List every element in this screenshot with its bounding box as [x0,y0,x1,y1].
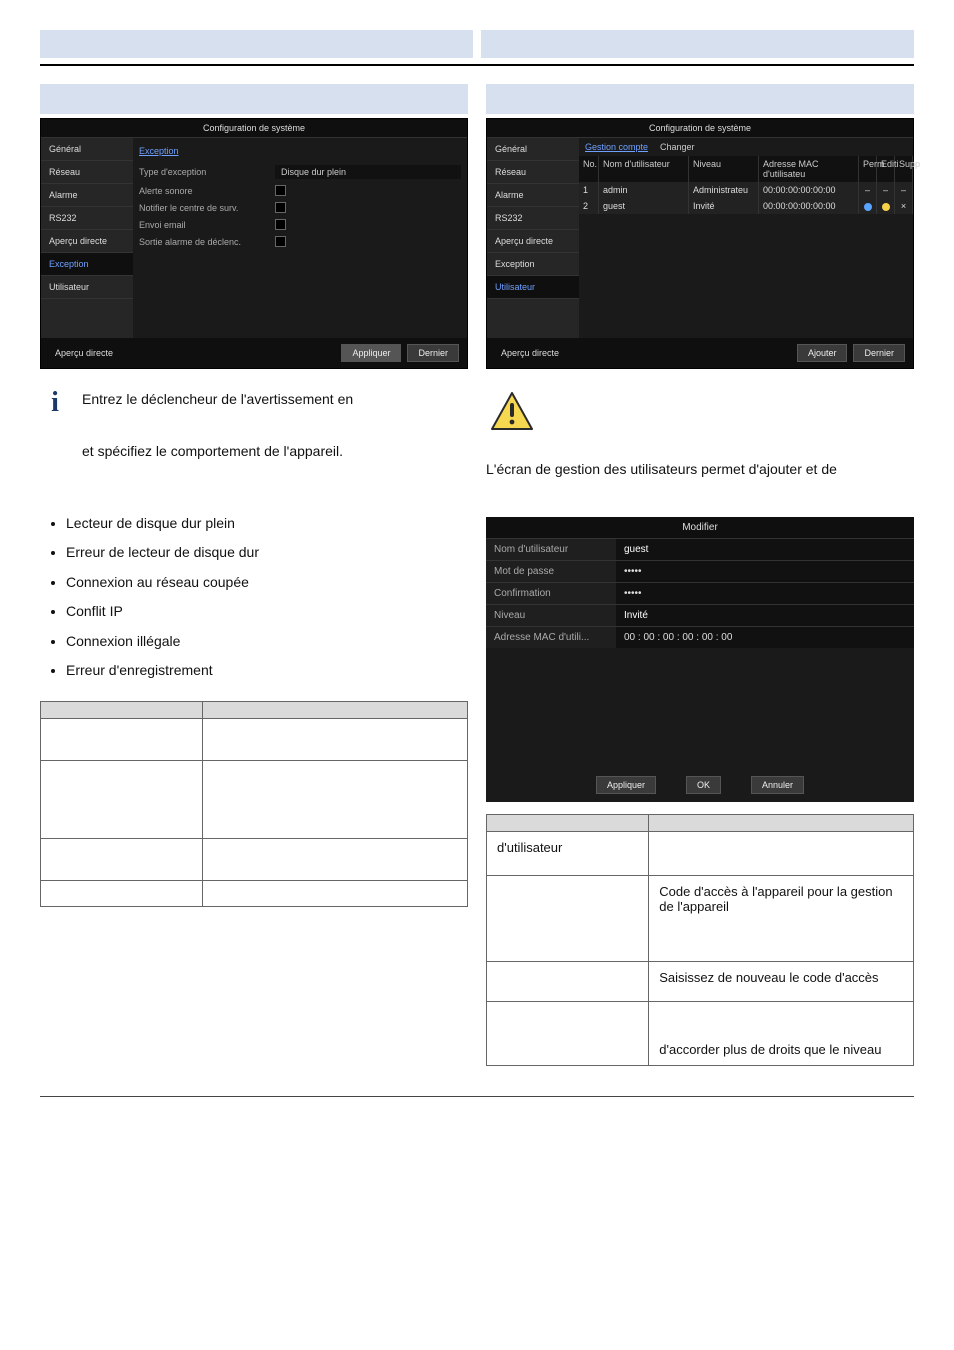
info-icon: i [40,389,70,413]
type-exception-label: Type d'exception [139,167,269,177]
left-definition-table [40,701,468,907]
th [649,815,914,832]
config-panel-exception: Configuration de système Général Réseau … [40,118,468,369]
cell-code-access: Code d'accès à l'appareil pour la gestio… [649,876,914,962]
username-label: Nom d'utilisateur [486,539,616,560]
header-right [481,30,914,58]
info-text-1b: et spécifiez le comportement de l'appare… [82,443,468,459]
mac-label: Adresse MAC d'utili... [486,627,616,648]
warning-icon [490,391,534,431]
bullet-item: Erreur de lecteur de disque dur [66,538,468,567]
sortie-alarme-checkbox[interactable] [275,236,286,247]
dialog-title: Modifier [486,517,914,538]
sidebar-item-reseau[interactable]: Réseau [41,161,133,184]
table-row[interactable]: 2 guest Invité 00:00:00:00:00:00 × [579,198,913,214]
delete-icon: – [895,182,913,198]
mac-input[interactable]: 00 : 00 : 00 : 00 : 00 : 00 [616,627,914,648]
panel-title: Configuration de système [41,119,467,138]
alerte-sonore-checkbox[interactable] [275,185,286,196]
modify-dialog: Modifier Nom d'utilisateur guest Mot de … [486,517,914,802]
username-input[interactable]: guest [616,539,914,560]
sidebar-item-alarme[interactable]: Alarme [41,184,133,207]
dlg-ok-button[interactable]: OK [686,776,721,794]
sidebar-item-rs232[interactable]: RS232 [41,207,133,230]
side-menu: Général Réseau Alarme RS232 Aperçu direc… [41,138,133,338]
table-row[interactable]: 1 admin Administrateu 00:00:00:00:00:00 … [579,182,913,198]
alerte-sonore-label: Alerte sonore [139,186,269,196]
hdr-supp: Supp [895,156,913,182]
right-definition-table: d'utilisateur Code d'accès à l'appareil … [486,814,914,1066]
bullet-item: Connexion illégale [66,627,468,656]
panel-title-2: Configuration de système [487,119,913,138]
hdr-perm: Perm [859,156,877,182]
footer-apercu: Aperçu directe [49,344,119,362]
sidebar-item-exception[interactable]: Exception [487,253,579,276]
perm-icon[interactable] [859,198,877,214]
bullet-item: Connexion au réseau coupée [66,568,468,597]
sidebar-item-utilisateur[interactable]: Utilisateur [41,276,133,299]
hdr-niveau: Niveau [689,156,759,182]
tab-exception[interactable]: Exception [139,146,179,156]
close-button-2[interactable]: Dernier [853,344,905,362]
sidebar-item-reseau[interactable]: Réseau [487,161,579,184]
th [487,815,649,832]
apply-button[interactable]: Appliquer [341,344,401,362]
perm-icon: – [859,182,877,198]
footer-apercu-2: Aperçu directe [495,344,565,362]
sidebar-item-alarme[interactable]: Alarme [487,184,579,207]
sidebar-item-general[interactable]: Général [487,138,579,161]
info-text-1a: Entrez le déclencheur de l'avertissement… [82,389,468,410]
sidebar-item-exception[interactable]: Exception [41,253,133,276]
bullet-item: Erreur d'enregistrement [66,656,468,685]
email-label: Envoi email [139,220,269,230]
sidebar-item-apercu[interactable]: Aperçu directe [487,230,579,253]
sidebar-item-apercu[interactable]: Aperçu directe [41,230,133,253]
hdr-edit: Editi [877,156,895,182]
edit-icon[interactable] [877,198,895,214]
edit-icon: – [877,182,895,198]
config-panel-users: Configuration de système Général Réseau … [486,118,914,369]
section-bar-right [486,84,914,114]
bullet-item: Lecteur de disque dur plein [66,509,468,538]
sidebar-item-rs232[interactable]: RS232 [487,207,579,230]
section-bar-left [40,84,468,114]
dlg-apply-button[interactable]: Appliquer [596,776,656,794]
users-table: No. Nom d'utilisateur Niveau Adresse MAC… [579,156,913,214]
password-input[interactable]: ••••• [616,561,914,582]
sortie-alarme-label: Sortie alarme de déclenc. [139,237,269,247]
cell-confirm-code: Saisissez de nouveau le code d'accès [649,962,914,1002]
niveau-select[interactable]: Invité [616,605,914,626]
cell-rights: d'accorder plus de droits que le niveau [649,1002,914,1066]
user-screen-text: L'écran de gestion des utilisateurs perm… [486,461,914,477]
exception-bullets: Lecteur de disque dur plein Erreur de le… [66,509,468,685]
tab-gestion-compte[interactable]: Gestion compte [585,142,648,152]
close-button[interactable]: Dernier [407,344,459,362]
niveau-label: Niveau [486,605,616,626]
notifier-checkbox[interactable] [275,202,286,213]
password-label: Mot de passe [486,561,616,582]
sidebar-item-general[interactable]: Général [41,138,133,161]
notifier-label: Notifier le centre de surv. [139,203,269,213]
tab-changer[interactable]: Changer [660,142,695,152]
side-menu-2: Général Réseau Alarme RS232 Aperçu direc… [487,138,579,338]
hdr-mac: Adresse MAC d'utilisateu [759,156,859,182]
email-checkbox[interactable] [275,219,286,230]
confirm-label: Confirmation [486,583,616,604]
delete-icon[interactable]: × [895,198,913,214]
hdr-no: No. [579,156,599,182]
type-exception-select[interactable]: Disque dur plein [275,165,461,179]
cell-username: d'utilisateur [487,832,649,876]
dlg-cancel-button[interactable]: Annuler [751,776,804,794]
th [203,702,468,719]
confirm-input[interactable]: ••••• [616,583,914,604]
hdr-name: Nom d'utilisateur [599,156,689,182]
header-left [40,30,473,58]
add-button[interactable]: Ajouter [797,344,848,362]
th [41,702,203,719]
sidebar-item-utilisateur[interactable]: Utilisateur [487,276,579,299]
bullet-item: Conflit IP [66,597,468,626]
